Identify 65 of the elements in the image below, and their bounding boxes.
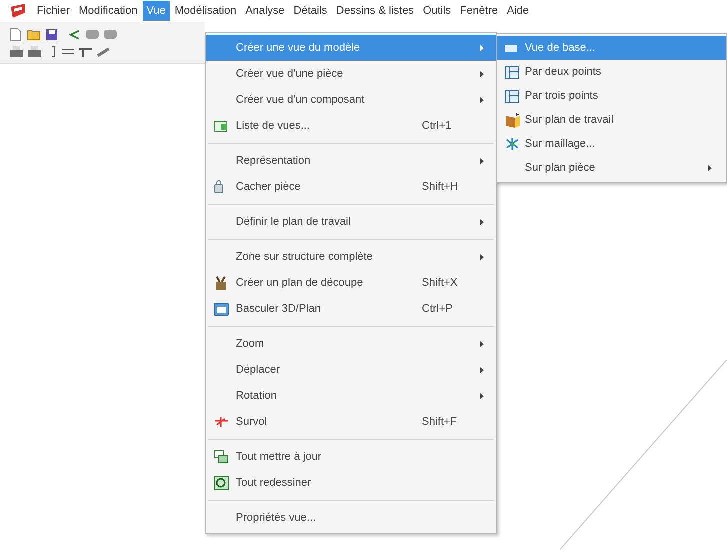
menu-entry[interactable]: Tout mettre à jour xyxy=(206,444,496,470)
refresh-windows-icon xyxy=(214,450,229,464)
menu-item[interactable]: Fichier xyxy=(33,0,74,22)
new-document-icon[interactable] xyxy=(10,28,22,42)
view-icon xyxy=(505,44,517,52)
padlock-icon xyxy=(214,180,224,194)
share-icon[interactable] xyxy=(69,28,81,40)
caret-icon xyxy=(480,44,484,52)
app-logo-icon xyxy=(10,4,26,18)
caret-icon xyxy=(480,158,484,164)
shortcut-label: Ctrl+1 xyxy=(422,118,453,134)
menu-entry[interactable]: Propriétés vue... xyxy=(206,505,496,531)
window-toggle-icon xyxy=(214,302,229,316)
menu-entry[interactable]: Déplacer xyxy=(206,357,496,383)
menu-item[interactable]: Fenêtre xyxy=(456,0,502,22)
menu-entry[interactable]: Créer vue d'une pièce xyxy=(206,61,496,87)
menu-entry[interactable]: Définir le plan de travail xyxy=(206,209,496,235)
cutting-tool-icon xyxy=(214,276,228,290)
menu-entry[interactable]: Sur plan pièce xyxy=(497,156,726,180)
grid-view-icon xyxy=(505,90,519,102)
menu-entry[interactable]: Zoom xyxy=(206,331,496,357)
shortcut-label: Shift+F xyxy=(422,414,458,430)
caret-icon xyxy=(480,366,484,374)
menu-item[interactable]: Dessins & listes xyxy=(332,0,418,22)
caret-icon xyxy=(480,392,484,400)
shortcut-label: Shift+X xyxy=(422,276,459,291)
shortcut-label: Ctrl+P xyxy=(422,302,454,317)
menu-item[interactable]: Détails xyxy=(290,0,332,22)
caret-icon xyxy=(480,254,484,260)
menu-entry[interactable]: Tout redessiner xyxy=(206,470,496,496)
list-window-icon xyxy=(214,120,228,132)
menu-entry[interactable]: Survol Shift+F xyxy=(206,409,496,435)
bracket-icon[interactable] xyxy=(51,46,57,58)
menu-entry[interactable]: Sur maillage... xyxy=(497,132,726,156)
menu-item[interactable]: Modélisation xyxy=(170,0,241,22)
menu-item[interactable]: Modification xyxy=(75,0,142,22)
folder-icon[interactable] xyxy=(27,28,41,40)
menu-entry[interactable]: Par deux points xyxy=(497,60,726,84)
beam-icon[interactable] xyxy=(79,46,92,58)
flyover-icon xyxy=(214,416,229,428)
menu-entry[interactable]: Liste de vues... Ctrl+1 xyxy=(206,113,496,139)
menu-entry[interactable]: Cacher pièce Shift+H xyxy=(206,174,496,200)
menu-entry[interactable]: Basculer 3D/Plan Ctrl+P xyxy=(206,296,496,322)
caret-icon xyxy=(480,340,484,348)
menu-entry[interactable]: Créer un plan de découpe Shift+X xyxy=(206,270,496,296)
menu-entry[interactable]: Par trois points xyxy=(497,84,726,108)
grid-view-icon xyxy=(505,66,519,78)
caret-icon xyxy=(708,164,712,172)
menu-entry[interactable]: Zone sur structure complète xyxy=(206,244,496,270)
workplane-icon xyxy=(505,112,521,128)
menu-item[interactable]: Outils xyxy=(419,0,456,22)
menu-entry[interactable]: Rotation xyxy=(206,383,496,409)
redraw-icon xyxy=(214,476,229,490)
menu-entry[interactable]: Représentation xyxy=(206,148,496,174)
caret-icon xyxy=(480,218,484,226)
tool-icon[interactable] xyxy=(97,46,110,58)
menu-item[interactable]: Analyse xyxy=(242,0,289,22)
caret-icon xyxy=(480,96,484,104)
menu-item[interactable]: Aide xyxy=(503,0,534,22)
menu-entry[interactable]: Sur plan de travail xyxy=(497,108,726,132)
shortcut-label: Shift+H xyxy=(422,180,460,195)
menu-entry[interactable]: Créer vue d'un composant xyxy=(206,87,496,113)
mesh-icon xyxy=(505,137,520,151)
caret-icon xyxy=(480,70,484,78)
save-icon[interactable] xyxy=(46,28,58,40)
